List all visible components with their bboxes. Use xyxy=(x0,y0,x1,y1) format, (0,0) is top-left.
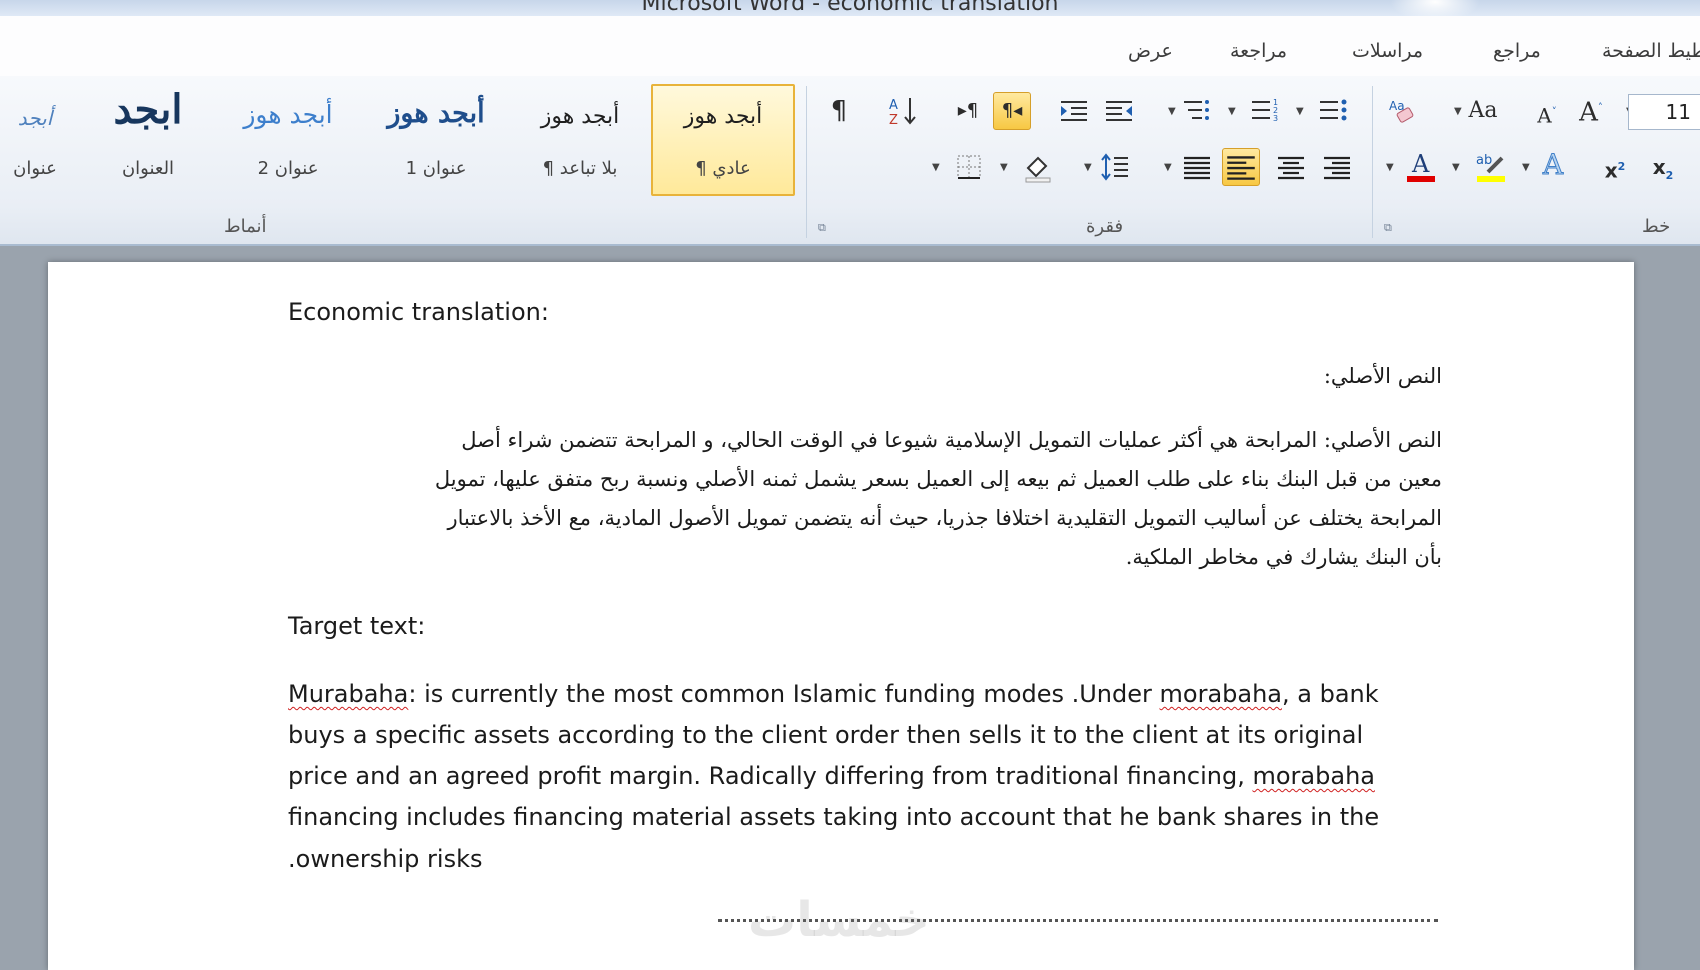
text-effects-icon[interactable]: A xyxy=(1536,148,1570,182)
styles-group-label: أنماط xyxy=(224,216,267,237)
svg-text:3: 3 xyxy=(1273,114,1278,123)
font-size-field[interactable]: 11 xyxy=(1628,94,1700,130)
style-sample: أبجد هوز xyxy=(540,104,620,129)
shrink-font-icon[interactable]: A˅ xyxy=(1530,96,1564,130)
style-sample: أبجد xyxy=(17,106,53,130)
font-size-value: 11 xyxy=(1665,100,1691,124)
font-group-label: خط xyxy=(1642,216,1671,237)
style-heading-1[interactable]: أبجد هوز عنوان 1 xyxy=(366,84,506,192)
style-name: ¶ بلا تباعد xyxy=(542,158,618,179)
change-case-icon[interactable]: Aa xyxy=(1466,94,1500,128)
justify-icon[interactable] xyxy=(1180,150,1214,184)
clear-formatting-icon[interactable]: Aa xyxy=(1386,94,1420,128)
style-sample: أبجد هوز xyxy=(683,104,763,129)
group-divider xyxy=(1372,86,1373,238)
watermark: خمسات xyxy=(748,892,930,948)
tab-review[interactable]: مراجعة xyxy=(1230,40,1287,62)
rtl-direction-icon[interactable]: ¶◂ xyxy=(993,92,1031,130)
chevron-down-icon[interactable]: ▼ xyxy=(932,162,940,173)
ribbon-tabs: عرض مراجعة مراسلات مراجع تخطيط الصفحة xyxy=(0,16,1700,77)
svg-text:A: A xyxy=(889,98,898,113)
chevron-down-icon[interactable]: ▼ xyxy=(1454,106,1462,117)
tab-view[interactable]: عرض xyxy=(1128,40,1173,62)
source-label: النص الأصلي: xyxy=(1323,364,1442,388)
chevron-down-icon[interactable]: ▼ xyxy=(1084,162,1092,173)
chevron-down-icon[interactable]: ▼ xyxy=(1296,106,1304,117)
chevron-down-icon[interactable]: ▼ xyxy=(1522,162,1530,173)
numbering-icon[interactable]: 123 xyxy=(1248,94,1282,128)
chevron-down-icon[interactable]: ▼ xyxy=(1000,162,1008,173)
document-page[interactable]: Economic translation: النص الأصلي: النص … xyxy=(48,262,1634,970)
spelling-error[interactable]: Murabaha xyxy=(288,680,408,708)
source-line: المرابحة يختلف عن أساليب التمويل التقليد… xyxy=(447,506,1442,530)
target-line: .ownership risks xyxy=(288,845,483,873)
style-heading-2[interactable]: أبجد هوز عنوان 2 xyxy=(218,84,358,192)
style-name: عنوان 2 xyxy=(257,158,319,179)
bullets-icon[interactable] xyxy=(1316,94,1350,128)
ltr-direction-icon[interactable]: ▸¶ xyxy=(951,94,985,128)
style-name: عنوان 1 xyxy=(405,158,467,179)
group-divider xyxy=(806,86,807,238)
ribbon: أبجد هوز ¶ عادي أبجد هوز ¶ بلا تباعد أبج… xyxy=(0,76,1700,246)
title-bar-glow xyxy=(1390,0,1480,16)
decrease-indent-icon[interactable] xyxy=(1102,94,1136,128)
target-line: price and an agreed profit margin. Radic… xyxy=(288,762,1375,790)
tab-mailings[interactable]: مراسلات xyxy=(1352,40,1423,62)
style-name: العنوان xyxy=(121,158,175,179)
spelling-error[interactable]: morabaha xyxy=(1160,680,1283,708)
style-sample: أبجد هوز xyxy=(387,98,485,129)
svg-text:ab: ab xyxy=(1476,153,1492,168)
doc-heading: Economic translation: xyxy=(288,298,549,326)
title-bar: Microsoft Word - economic translation xyxy=(0,0,1700,16)
shading-icon[interactable] xyxy=(1020,150,1054,184)
svg-text:A: A xyxy=(1411,150,1430,178)
paragraph-group-label: فقرة xyxy=(1086,216,1124,237)
align-left-icon[interactable] xyxy=(1222,148,1260,186)
font-dialog-launcher-icon[interactable]: ⧉ xyxy=(1384,222,1396,234)
style-normal[interactable]: أبجد هوز ¶ عادي xyxy=(651,84,795,196)
chevron-down-icon[interactable]: ▼ xyxy=(1452,162,1460,173)
increase-indent-icon[interactable] xyxy=(1057,94,1091,128)
style-sample: أبجد هوز xyxy=(243,100,333,129)
paragraph-dialog-launcher-icon[interactable]: ⧉ xyxy=(818,222,830,234)
style-name: عنوان xyxy=(13,158,57,179)
align-center-icon[interactable] xyxy=(1274,150,1308,184)
tab-page-layout[interactable]: تخطيط الصفحة xyxy=(1602,40,1700,62)
style-title[interactable]: ابجد العنوان xyxy=(88,84,208,192)
spelling-error[interactable]: morabaha xyxy=(1252,762,1375,790)
chevron-down-icon[interactable]: ▼ xyxy=(1228,106,1236,117)
show-formatting-marks-icon[interactable]: ¶ xyxy=(822,94,856,128)
chevron-down-icon[interactable]: ▼ xyxy=(1168,106,1176,117)
svg-text:Z: Z xyxy=(889,113,898,128)
target-line: Murabaha: is currently the most common I… xyxy=(288,680,1379,708)
borders-icon[interactable] xyxy=(952,150,986,184)
style-subtitle[interactable]: أبجد عنوان xyxy=(0,84,70,192)
line-spacing-icon[interactable] xyxy=(1098,150,1132,184)
style-no-spacing[interactable]: أبجد هوز ¶ بلا تباعد xyxy=(510,84,650,192)
multilevel-list-icon[interactable] xyxy=(1180,94,1214,128)
subscript-icon[interactable]: x2 xyxy=(1646,150,1680,184)
superscript-icon[interactable]: x2 xyxy=(1598,150,1632,184)
source-line: معين من قبل البنك بناء على طلب العميل ثم… xyxy=(434,467,1442,491)
sort-icon[interactable]: AZ xyxy=(886,94,920,128)
source-line: بأن البنك يشارك في مخاطر الملكية. xyxy=(1125,545,1442,569)
target-label: Target text: xyxy=(288,612,426,640)
align-right-icon[interactable] xyxy=(1320,150,1354,184)
target-line: buys a specific assets according to the … xyxy=(288,721,1364,749)
highlight-icon[interactable]: ab xyxy=(1474,148,1508,182)
target-line: financing includes financing material as… xyxy=(288,803,1380,831)
chevron-down-icon[interactable]: ▼ xyxy=(1164,162,1172,173)
style-sample: ابجد xyxy=(113,86,183,133)
chevron-down-icon[interactable]: ▼ xyxy=(1386,162,1394,173)
tab-references[interactable]: مراجع xyxy=(1493,40,1541,62)
grow-font-icon[interactable]: A˄ xyxy=(1574,92,1608,128)
style-name: ¶ عادي xyxy=(695,158,751,179)
font-color-icon[interactable]: A xyxy=(1404,148,1438,182)
source-line: النص الأصلي: المرابحة هي أكثر عمليات الت… xyxy=(461,428,1442,452)
